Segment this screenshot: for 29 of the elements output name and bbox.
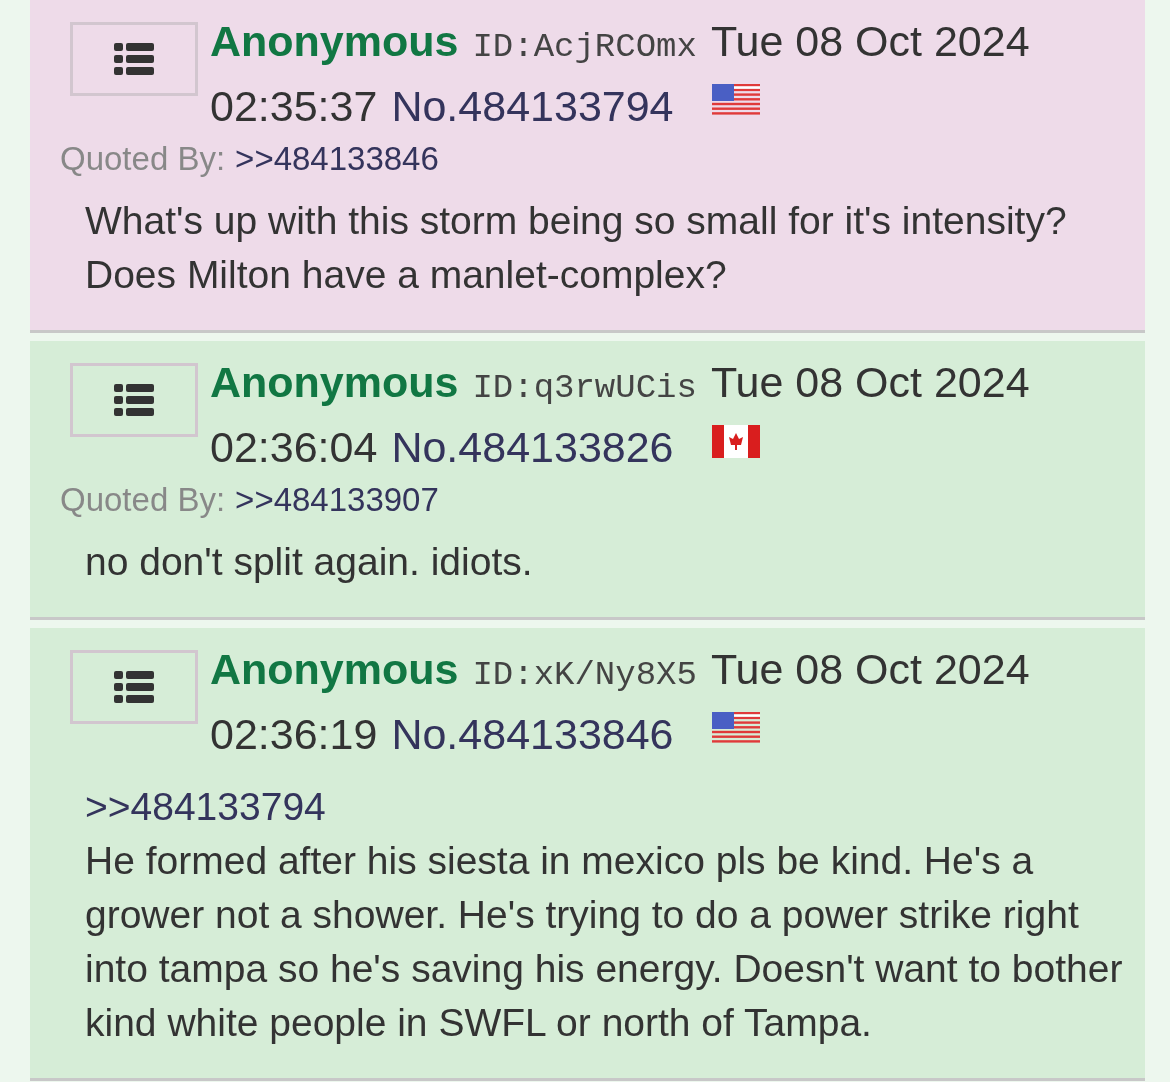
menu-button[interactable] <box>70 363 198 437</box>
post-date: Tue 08 Oct 2024 <box>710 357 1030 408</box>
post-number-link[interactable]: No.484133826 <box>391 418 674 477</box>
poster-name: Anonymous <box>210 644 459 695</box>
quoted-by-label: Quoted By: <box>60 481 226 519</box>
list-icon <box>114 43 154 75</box>
backlink[interactable]: >>484133907 <box>235 481 439 519</box>
quoted-by-label: Quoted By: <box>60 140 226 178</box>
post-time: 02:36:19 <box>210 709 378 760</box>
menu-button[interactable] <box>70 22 198 96</box>
quote-link[interactable]: >>484133794 <box>85 780 326 834</box>
list-icon <box>114 384 154 416</box>
post-message: no don't split again. idiots. <box>85 539 534 585</box>
poster-id: ID:xK/Ny8X5 <box>472 655 697 696</box>
list-icon <box>114 671 154 703</box>
post-number-link[interactable]: No.484133794 <box>391 77 674 136</box>
post-message: What's up with this storm being so small for it's intensity? Does Milton have a manlet-complex? <box>85 198 1068 298</box>
backlink[interactable]: >>484133846 <box>235 140 439 178</box>
post-time: 02:36:04 <box>210 422 378 473</box>
post-date: Tue 08 Oct 2024 <box>710 16 1030 67</box>
poster-name: Anonymous <box>210 16 459 67</box>
post-time: 02:35:37 <box>210 81 378 132</box>
poster-id: ID:AcjRCOmx <box>472 27 697 68</box>
post-date: Tue 08 Oct 2024 <box>710 644 1030 695</box>
post-message: He formed after his siesta in mexico pls be kind. He's a grower not a shower. He's trying to do a power strike right into tampa so he's saving his energy. Doesn't want to bother kind white people in SWFL or north of Tampa. <box>85 838 1123 1046</box>
poster-name: Anonymous <box>210 357 459 408</box>
post-number-link[interactable]: No.484133846 <box>391 705 674 764</box>
poster-id: ID:q3rwUCis <box>472 368 697 409</box>
menu-button[interactable] <box>70 650 198 724</box>
